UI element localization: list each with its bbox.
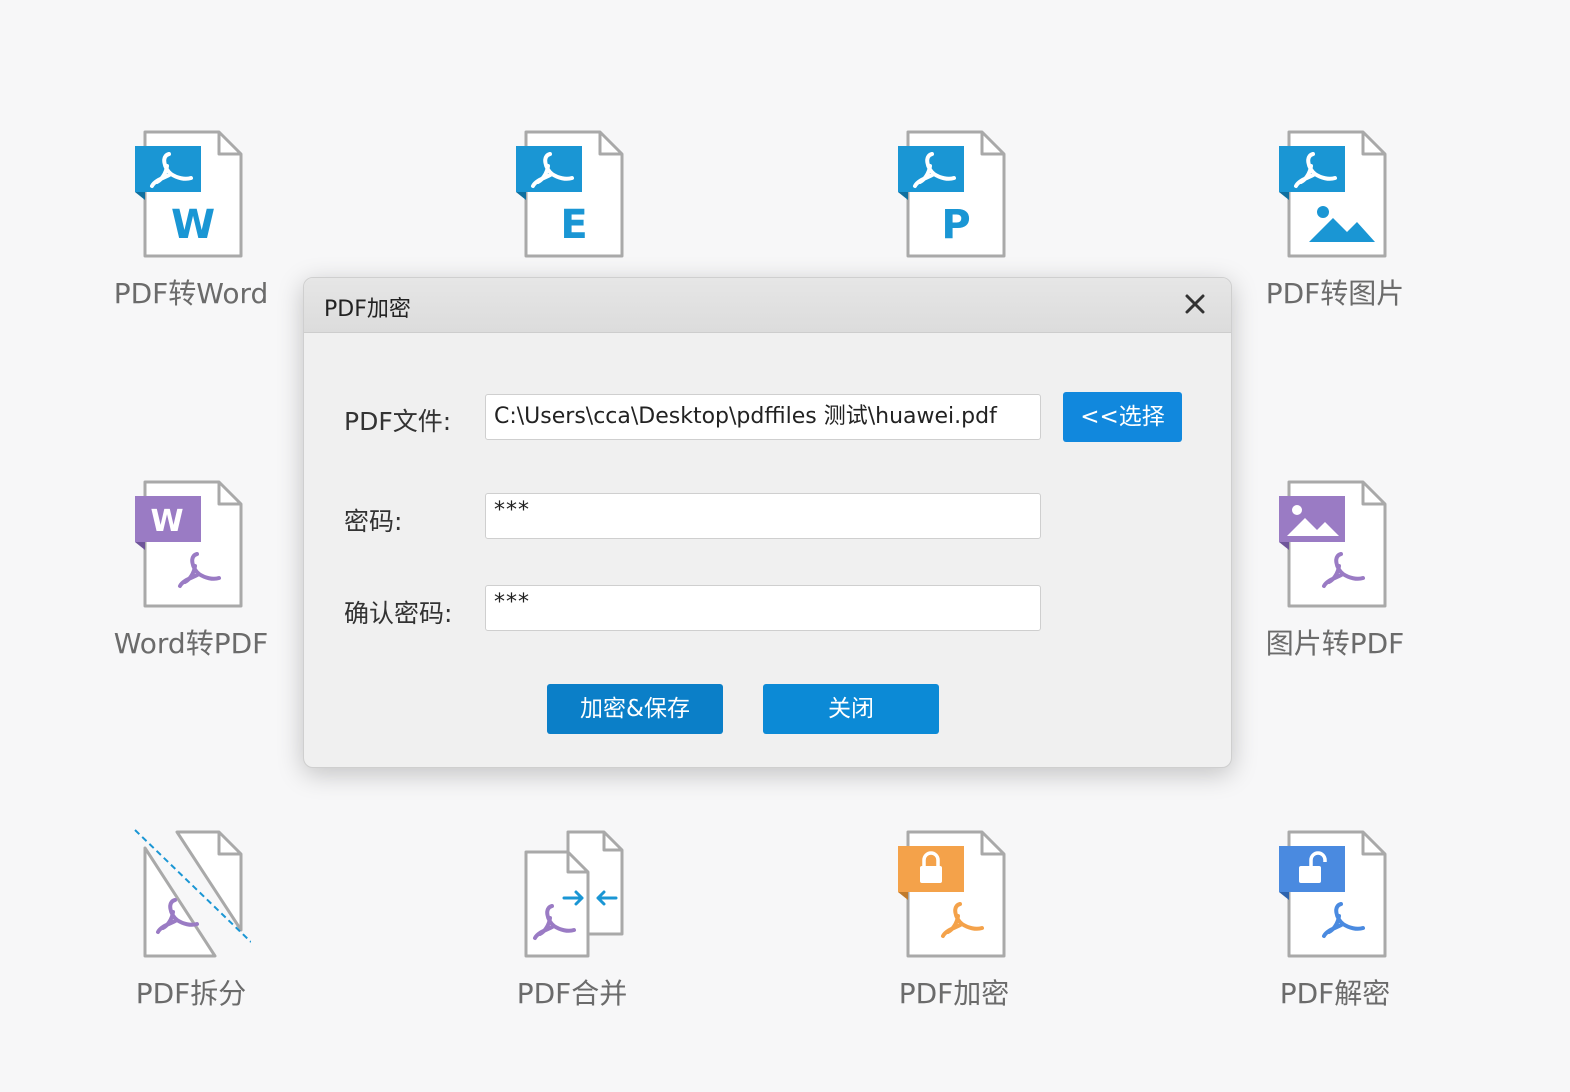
select-file-button[interactable]: <<选择 [1063, 392, 1182, 442]
pdf-merge-icon [524, 830, 624, 958]
tool-label: 图片转PDF [1265, 627, 1405, 660]
tool-label: PDF拆分 [135, 977, 247, 1010]
tool-label: PDF解密 [1279, 977, 1391, 1010]
close-button[interactable]: 关闭 [763, 684, 939, 734]
tool-pdf-to-word[interactable]: W PDF转Word [71, 126, 311, 312]
tool-label: PDF转Word [113, 277, 269, 310]
tool-pdf-encrypt[interactable]: PDF加密 [834, 826, 1074, 1012]
close-icon[interactable] [1179, 288, 1211, 320]
svg-text:W: W [150, 504, 183, 539]
pdf-to-ppt-icon: P [898, 130, 1006, 258]
pdf-to-excel-icon: E [516, 130, 624, 258]
tool-pdf-merge[interactable]: PDF合并 [452, 826, 692, 1012]
tool-label: PDF合并 [516, 977, 628, 1010]
tool-word-to-pdf[interactable]: W Word转PDF [71, 476, 311, 662]
tool-label: Word转PDF [113, 627, 269, 660]
tool-label: PDF加密 [898, 977, 1010, 1010]
pdf-split-icon [134, 829, 251, 958]
tool-pdf-to-excel[interactable]: E [452, 126, 692, 264]
tool-pdf-to-image[interactable]: PDF转图片 [1215, 126, 1455, 312]
pdf-to-word-icon: W [135, 130, 243, 258]
svg-text:P: P [941, 202, 970, 248]
tool-image-to-pdf[interactable]: 图片转PDF [1215, 476, 1455, 662]
confirm-password-input[interactable]: *** [485, 585, 1041, 631]
pdf-to-image-icon [1279, 130, 1387, 258]
pdf-decrypt-icon [1279, 830, 1387, 958]
dialog-titlebar[interactable]: PDF加密 [304, 278, 1231, 333]
encrypt-save-button[interactable]: 加密&保存 [547, 684, 723, 734]
pdf-encrypt-dialog: PDF加密 PDF文件: C:\Users\cca\Desktop\pdffil… [303, 277, 1232, 768]
password-label: 密码: [344, 507, 403, 536]
password-input[interactable]: *** [485, 493, 1041, 539]
tool-pdf-to-ppt[interactable]: P [834, 126, 1074, 264]
dialog-title: PDF加密 [324, 297, 411, 322]
file-label: PDF文件: [344, 407, 452, 436]
image-to-pdf-icon [1279, 480, 1387, 608]
tool-pdf-split[interactable]: PDF拆分 [71, 826, 311, 1012]
file-path-input[interactable]: C:\Users\cca\Desktop\pdffiles 测试\huawei.… [485, 394, 1041, 440]
tool-pdf-decrypt[interactable]: PDF解密 [1215, 826, 1455, 1012]
pdf-encrypt-icon [898, 830, 1006, 958]
word-to-pdf-icon: W [135, 480, 243, 608]
svg-text:W: W [171, 202, 215, 248]
tool-label: PDF转图片 [1265, 277, 1405, 310]
svg-text:E: E [560, 202, 587, 248]
confirm-password-label: 确认密码: [344, 599, 453, 628]
